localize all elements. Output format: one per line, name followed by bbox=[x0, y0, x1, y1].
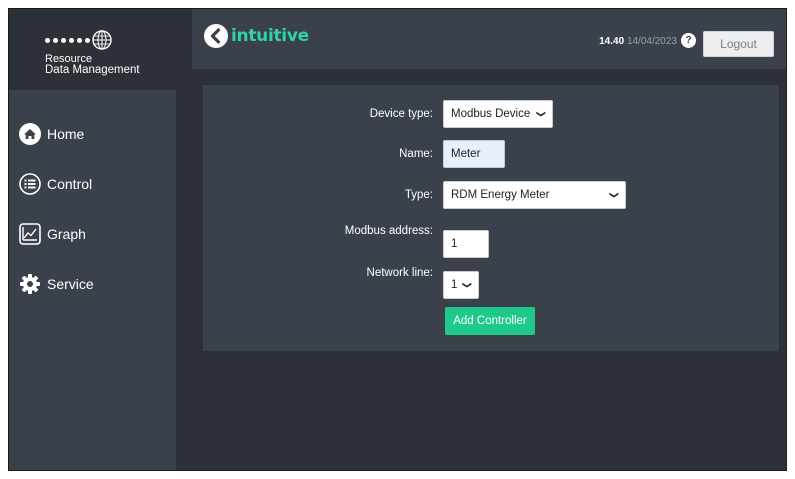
globe-icon bbox=[92, 30, 112, 50]
back-chevron-icon[interactable] bbox=[204, 24, 228, 48]
network-line-select[interactable]: 1 ❯ bbox=[443, 271, 479, 299]
logout-button[interactable]: Logout bbox=[703, 31, 774, 57]
gear-icon bbox=[19, 273, 41, 295]
modbus-address-input[interactable]: 1 bbox=[443, 230, 489, 258]
sidebar-item-home[interactable]: Home bbox=[9, 121, 176, 147]
type-label: Type: bbox=[404, 189, 433, 201]
type-select[interactable]: RDM Energy Meter ❯ bbox=[443, 181, 626, 209]
clock-time: 14.40 bbox=[599, 36, 625, 47]
help-button[interactable]: ? bbox=[681, 33, 696, 48]
chevron-down-icon: ❯ bbox=[536, 110, 547, 118]
sidebar: Resource Data Management Home Control Gr… bbox=[9, 9, 176, 470]
clock-date: 14/04/2023 bbox=[626, 36, 677, 47]
sidebar-item-control[interactable]: Control bbox=[9, 171, 176, 197]
sidebar-item-graph[interactable]: Graph bbox=[9, 221, 176, 247]
modbus-address-value: 1 bbox=[451, 238, 458, 250]
graph-icon bbox=[19, 223, 41, 245]
type-value: RDM Energy Meter bbox=[451, 189, 550, 201]
name-value: Meter bbox=[451, 148, 481, 160]
logo-line2: Data Management bbox=[45, 64, 140, 76]
chevron-down-icon: ❯ bbox=[462, 281, 473, 289]
network-line-value: 1 bbox=[451, 279, 458, 291]
app-window: Resource Data Management Home Control Gr… bbox=[8, 8, 787, 471]
add-controller-button[interactable]: Add Controller bbox=[445, 307, 535, 335]
logo-dots bbox=[45, 37, 90, 43]
network-line-label: Network line: bbox=[366, 267, 433, 279]
device-type-select[interactable]: Modbus Device ❯ bbox=[443, 100, 553, 128]
sidebar-item-label: Service bbox=[47, 276, 94, 292]
modbus-address-label: Modbus address: bbox=[344, 225, 433, 237]
sidebar-item-label: Graph bbox=[47, 226, 86, 242]
name-input[interactable]: Meter bbox=[443, 140, 505, 168]
device-type-value: Modbus Device bbox=[451, 108, 531, 120]
name-label: Name: bbox=[399, 148, 433, 160]
clock: 14.40 14/04/2023 bbox=[599, 36, 677, 47]
company-logo: Resource Data Management bbox=[9, 9, 176, 90]
add-controller-form: Device type: Modbus Device ❯ Name: Meter… bbox=[203, 85, 779, 351]
brand-name: intuitive bbox=[231, 26, 309, 46]
list-icon bbox=[19, 173, 41, 195]
top-header: intuitive 14.40 14/04/2023 ? Logout bbox=[192, 9, 786, 69]
device-type-label: Device type: bbox=[369, 108, 433, 120]
brand-logo[interactable]: intuitive bbox=[204, 24, 309, 48]
home-icon bbox=[19, 123, 41, 145]
sidebar-item-label: Control bbox=[47, 176, 93, 192]
chevron-down-icon: ❯ bbox=[609, 191, 620, 199]
sidebar-nav: Home Control Graph Service bbox=[9, 121, 176, 321]
sidebar-item-label: Home bbox=[47, 126, 85, 142]
sidebar-item-service[interactable]: Service bbox=[9, 271, 176, 297]
